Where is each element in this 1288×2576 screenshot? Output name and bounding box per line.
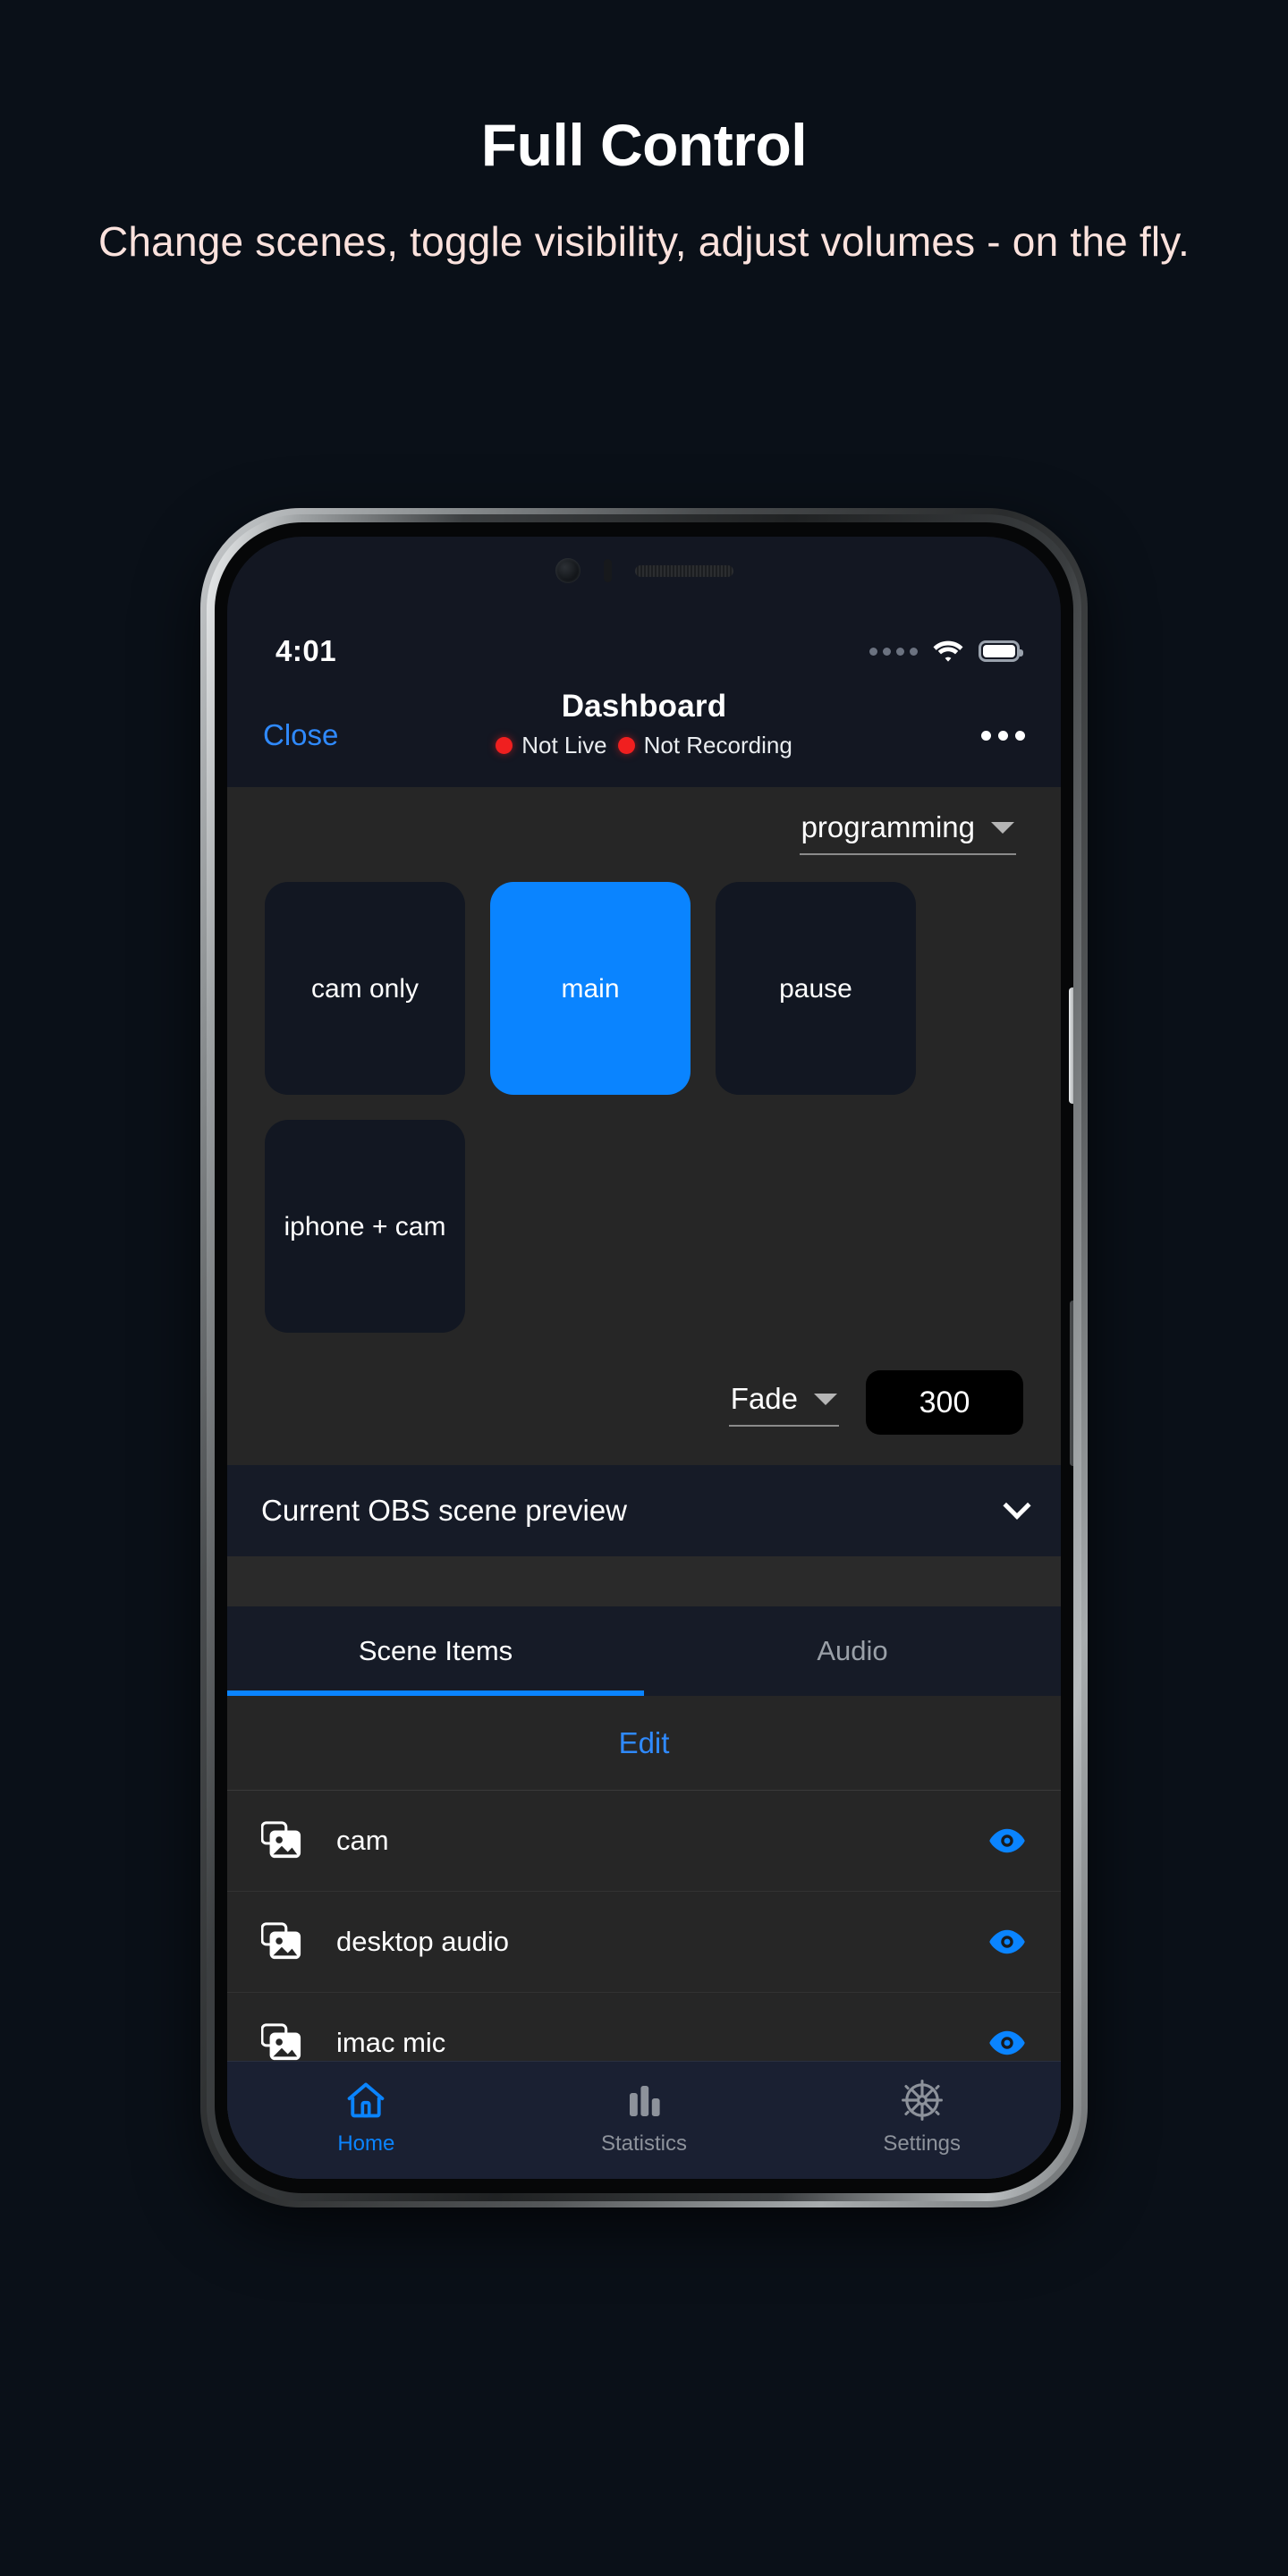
chevron-down-icon (1003, 1491, 1031, 1520)
transition-type-value: Fade (730, 1382, 798, 1415)
tab-audio[interactable]: Audio (644, 1606, 1061, 1696)
earpiece-speaker (634, 564, 733, 577)
nav-bar: Close Dashboard Not Live Not Recording (227, 683, 1061, 787)
transition-row: Fade 300 (265, 1370, 1023, 1465)
signal-dots-icon (869, 647, 918, 656)
promo-header: Full Control Change scenes, toggle visib… (0, 0, 1288, 271)
phone-bezel: 4:01 Close Dashboard Not Live Not Record… (215, 522, 1073, 2193)
eye-icon[interactable] (987, 1928, 1027, 1955)
bottom-tab-bar: Home Statistics Settings (227, 2061, 1061, 2179)
scene-collection-row: programming (265, 807, 1023, 855)
status-bar-time: 4:01 (275, 634, 337, 667)
phone-screen: 4:01 Close Dashboard Not Live Not Record… (227, 537, 1061, 2179)
list-item-label: desktop audio (336, 1926, 510, 1957)
power-button[interactable] (1069, 987, 1073, 1104)
volume-button[interactable] (1070, 1301, 1073, 1466)
transition-type-select[interactable]: Fade (728, 1378, 839, 1427)
scene-collection-value: programming (801, 810, 975, 843)
content-tabs: Scene Items Audio (227, 1606, 1061, 1696)
tab-bar-label: Settings (883, 2131, 962, 2156)
phone-frame-inner: 4:01 Close Dashboard Not Live Not Record… (207, 514, 1081, 2201)
eye-icon[interactable] (987, 1827, 1027, 1854)
image-stack-icon (261, 2023, 301, 2061)
wifi-icon (933, 640, 963, 662)
obs-remote-app: 4:01 Close Dashboard Not Live Not Record… (227, 619, 1061, 2179)
tab-bar-item-statistics[interactable]: Statistics (505, 2076, 784, 2157)
list-item[interactable]: desktop audio (227, 1892, 1061, 1993)
proximity-sensor-icon (603, 559, 612, 582)
phone-sensor-row (215, 558, 1073, 583)
recording-status-badge: Not Recording (617, 732, 792, 759)
scene-collection-select[interactable]: programming (799, 807, 1016, 855)
image-stack-icon (261, 1821, 301, 1859)
tab-scene-items[interactable]: Scene Items (227, 1606, 644, 1696)
edit-row[interactable]: Edit (227, 1696, 1061, 1791)
list-item[interactable]: cam (227, 1791, 1061, 1892)
gear-icon (901, 2076, 944, 2124)
promo-subtitle: Change scenes, toggle visibility, adjust… (97, 218, 1191, 266)
list-item-label: cam (336, 1825, 389, 1856)
scene-tile[interactable]: cam only (265, 882, 465, 1095)
scene-tile[interactable]: main (490, 882, 691, 1095)
eye-icon[interactable] (987, 2029, 1027, 2056)
tab-bar-label: Statistics (600, 2131, 688, 2156)
page-title: Dashboard (561, 689, 727, 724)
live-status-badge: Not Live (496, 732, 607, 759)
stream-status-row: Not Live Not Recording (227, 732, 1061, 759)
phone-mockup: 4:01 Close Dashboard Not Live Not Record… (200, 508, 1088, 2207)
promo-title: Full Control (480, 112, 808, 178)
tab-bar-item-settings[interactable]: Settings (783, 2076, 1061, 2157)
recording-status-dot-icon (617, 737, 635, 754)
battery-full-icon (979, 640, 1023, 662)
front-camera-icon (555, 558, 580, 583)
transition-duration-input[interactable]: 300 (866, 1370, 1023, 1435)
scene-preview-header[interactable]: Current OBS scene preview (227, 1465, 1061, 1556)
status-bar: 4:01 (227, 619, 1061, 683)
tab-bar-label: Home (337, 2131, 395, 2156)
live-status-label: Not Live (521, 732, 607, 758)
live-status-dot-icon (496, 737, 513, 754)
scene-tile-grid: cam only main pause iphone + cam (265, 882, 1023, 1333)
caret-down-icon (814, 1393, 837, 1405)
home-icon (344, 2076, 387, 2124)
tab-bar-item-home[interactable]: Home (227, 2076, 505, 2157)
scene-preview-body (227, 1556, 1061, 1606)
status-bar-indicators (869, 639, 1023, 664)
nav-bar-center: Dashboard Not Live Not Recording (227, 689, 1061, 759)
bar-chart-icon (624, 2076, 664, 2124)
scene-tile[interactable]: pause (716, 882, 916, 1095)
more-horizontal-icon[interactable] (981, 730, 1025, 741)
list-item-label: imac mic (336, 2027, 446, 2058)
scenes-panel: programming cam only main pause iphone +… (227, 787, 1061, 1465)
image-stack-icon (261, 1922, 301, 1960)
caret-down-icon (991, 821, 1014, 834)
scene-tile[interactable]: iphone + cam (265, 1120, 465, 1333)
recording-status-label: Not Recording (643, 732, 792, 758)
scene-preview-title: Current OBS scene preview (261, 1494, 628, 1527)
edit-button: Edit (618, 1725, 670, 1759)
close-button[interactable]: Close (263, 718, 338, 752)
